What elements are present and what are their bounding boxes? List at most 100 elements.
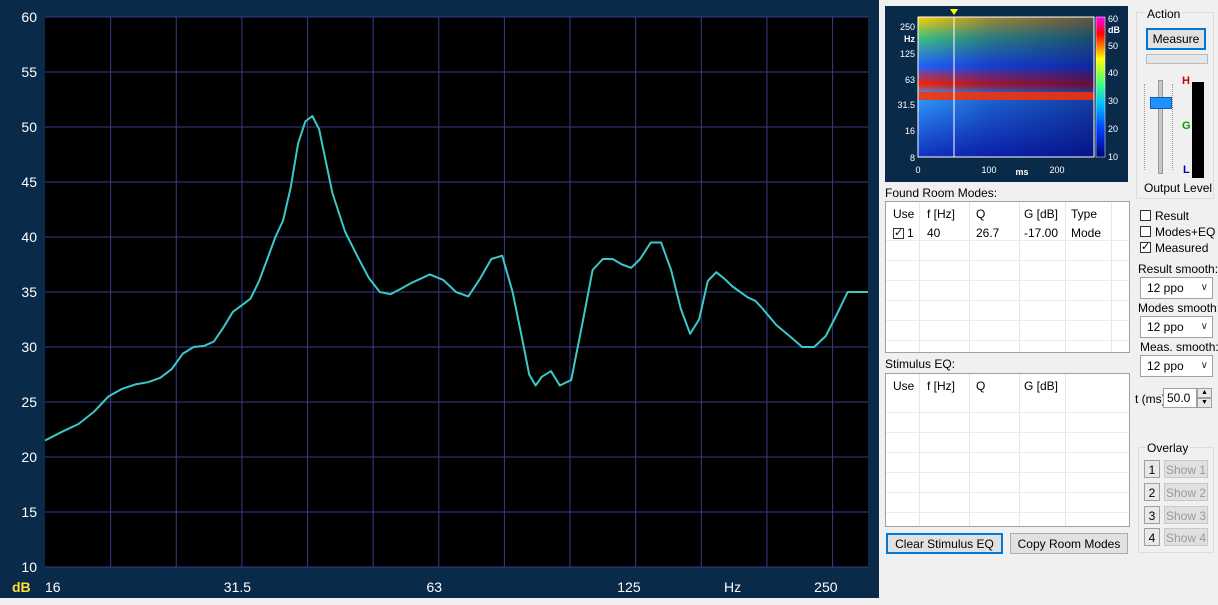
overlay-4-number-button[interactable]: 4 [1144,528,1160,546]
meter-low-label: L [1183,164,1190,176]
time-up-arrow-icon[interactable]: ▲ [1197,388,1212,398]
x-tick-label: 250 [814,579,838,595]
spectrogram-y-tick: 63 [905,75,915,85]
y-tick-label: 10 [21,559,37,575]
result-smooth-label: Result smooth: [1138,262,1218,276]
spectrogram-y-tick: 250 [900,22,915,32]
time-down-arrow-icon[interactable]: ▼ [1197,398,1212,408]
modes-eq-checkbox[interactable] [1140,226,1151,237]
colorbar-unit: dB [1108,25,1120,35]
output-level-slider-track[interactable] [1158,80,1163,174]
room-modes-col-use: Use [893,207,915,221]
spectrogram-decay [918,17,1094,157]
stimulus-col-freq: f [Hz] [927,379,956,393]
result-label: Result [1155,209,1190,223]
x-tick-label: 31.5 [224,579,251,595]
x-tick-label: 16 [45,579,61,595]
time-cursor-marker-icon [950,9,958,15]
colorbar-tick: 20 [1108,124,1118,134]
spectrogram-x-tick: 200 [1049,165,1064,175]
modes-smooth-value: 12 ppo [1147,320,1184,334]
time-input[interactable]: 50.0 [1163,388,1197,408]
meter-good-label: G [1182,120,1191,132]
stimulus-col-gain: G [dB] [1024,379,1059,393]
colorbar-tick: 60 [1108,14,1118,24]
modes-smooth-select[interactable]: 12 ppo ∨ [1140,316,1213,338]
spectrogram-x-tick: 0 [915,165,920,175]
copy-room-modes-button[interactable]: Copy Room Modes [1010,533,1128,554]
meas-smooth-select[interactable]: 12 ppo ∨ [1140,355,1213,377]
measured-label: Measured [1155,241,1209,255]
y-tick-label: 55 [21,64,37,80]
measured-checkbox[interactable] [1140,240,1151,253]
y-tick-label: 45 [21,174,37,190]
colorbar-tick: 30 [1108,96,1118,106]
room-modes-table[interactable]: Use f [Hz] Q G [dB] Type 1 40 26.7 -17.0… [885,201,1130,353]
room-modes-title: Found Room Modes: [885,186,998,200]
output-level-slider-thumb[interactable] [1150,97,1172,109]
spectrogram-colorbar [1095,16,1106,158]
overlay-1-number-button[interactable]: 1 [1144,460,1160,478]
room-mode-type: Mode [1071,226,1102,240]
clear-stimulus-eq-button[interactable]: Clear Stimulus EQ [886,533,1003,554]
spectrogram-x-tick: 100 [981,165,996,175]
frequency-response-plot[interactable]: 60 55 50 45 40 35 30 25 20 15 10 16 31.5 63 125 Hz 250 dB [0,0,879,598]
meas-smooth-value: 12 ppo [1147,359,1184,373]
y-tick-label: 25 [21,394,37,410]
overlay-group-label: Overlay [1145,441,1191,455]
room-mode-use-checkbox[interactable] [893,226,904,239]
spectrogram-panel[interactable]: 250 125 63 31.5 16 8 Hz 0 100 ms 200 60 50 40 30 20 10 dB [885,6,1128,182]
table-row[interactable]: 1 40 26.7 -17.00 Mode [886,225,1129,241]
action-group-label: Action [1145,7,1183,21]
result-checkbox[interactable] [1140,210,1151,221]
colorbar-tick: 10 [1108,152,1118,162]
meas-smooth-label: Meas. smooth: [1140,340,1218,354]
spectrogram-mode-band [918,92,1094,100]
chevron-down-icon: ∨ [1200,282,1208,293]
measure-progress-bar [1146,54,1208,64]
spectrogram-y-unit: Hz [904,34,915,44]
y-tick-label: 35 [21,284,37,300]
overlay-show-2-button[interactable]: Show 2 [1164,483,1208,501]
y-tick-label: 50 [21,119,37,135]
result-smooth-value: 12 ppo [1147,281,1184,295]
time-label: t (ms) [1135,392,1166,406]
spectrogram-x-tick: ms [1015,167,1028,177]
y-tick-label: 30 [21,339,37,355]
spectrogram-y-tick: 8 [910,153,915,163]
stimulus-eq-title: Stimulus EQ: [885,357,956,371]
slider-ticks-right [1172,84,1177,170]
room-mode-gain: -17.00 [1024,226,1059,240]
overlay-show-4-button[interactable]: Show 4 [1164,528,1208,546]
spectrogram-y-tick: 16 [905,126,915,136]
y-tick-label: 20 [21,449,37,465]
overlay-3-number-button[interactable]: 3 [1144,506,1160,524]
room-modes-col-q: Q [976,207,986,221]
y-tick-label: 60 [21,9,37,25]
room-mode-q: 26.7 [976,226,1000,240]
room-modes-col-gain: G [dB] [1024,207,1059,221]
stimulus-col-q: Q [976,379,986,393]
spectrogram-canvas: 250 125 63 31.5 16 8 Hz 0 100 ms 200 60 50 40 30 20 10 dB [897,9,1120,177]
measure-button[interactable]: Measure [1146,28,1206,50]
chevron-down-icon: ∨ [1200,360,1208,371]
y-tick-label: 40 [21,229,37,245]
spectrogram-y-tick: 31.5 [897,100,915,110]
plot-canvas: 60 55 50 45 40 35 30 25 20 15 10 16 31.5 63 125 Hz 250 dB [12,9,868,595]
y-unit-label: dB [12,579,31,595]
stimulus-eq-table[interactable]: Use f [Hz] Q G [dB] [885,373,1130,527]
y-tick-label: 15 [21,504,37,520]
chevron-down-icon: ∨ [1200,321,1208,332]
overlay-show-1-button[interactable]: Show 1 [1164,460,1208,478]
slider-ticks-left [1144,84,1149,170]
overlay-show-3-button[interactable]: Show 3 [1164,506,1208,524]
x-tick-label: 125 [617,579,641,595]
colorbar-tick: 40 [1108,68,1118,78]
meter-high-label: H [1182,75,1190,87]
room-modes-col-type: Type [1071,207,1098,221]
x-tick-label: Hz [724,579,741,595]
overlay-2-number-button[interactable]: 2 [1144,483,1160,501]
result-smooth-select[interactable]: 12 ppo ∨ [1140,277,1213,299]
x-tick-label: 63 [427,579,443,595]
room-modes-col-freq: f [Hz] [927,207,956,221]
